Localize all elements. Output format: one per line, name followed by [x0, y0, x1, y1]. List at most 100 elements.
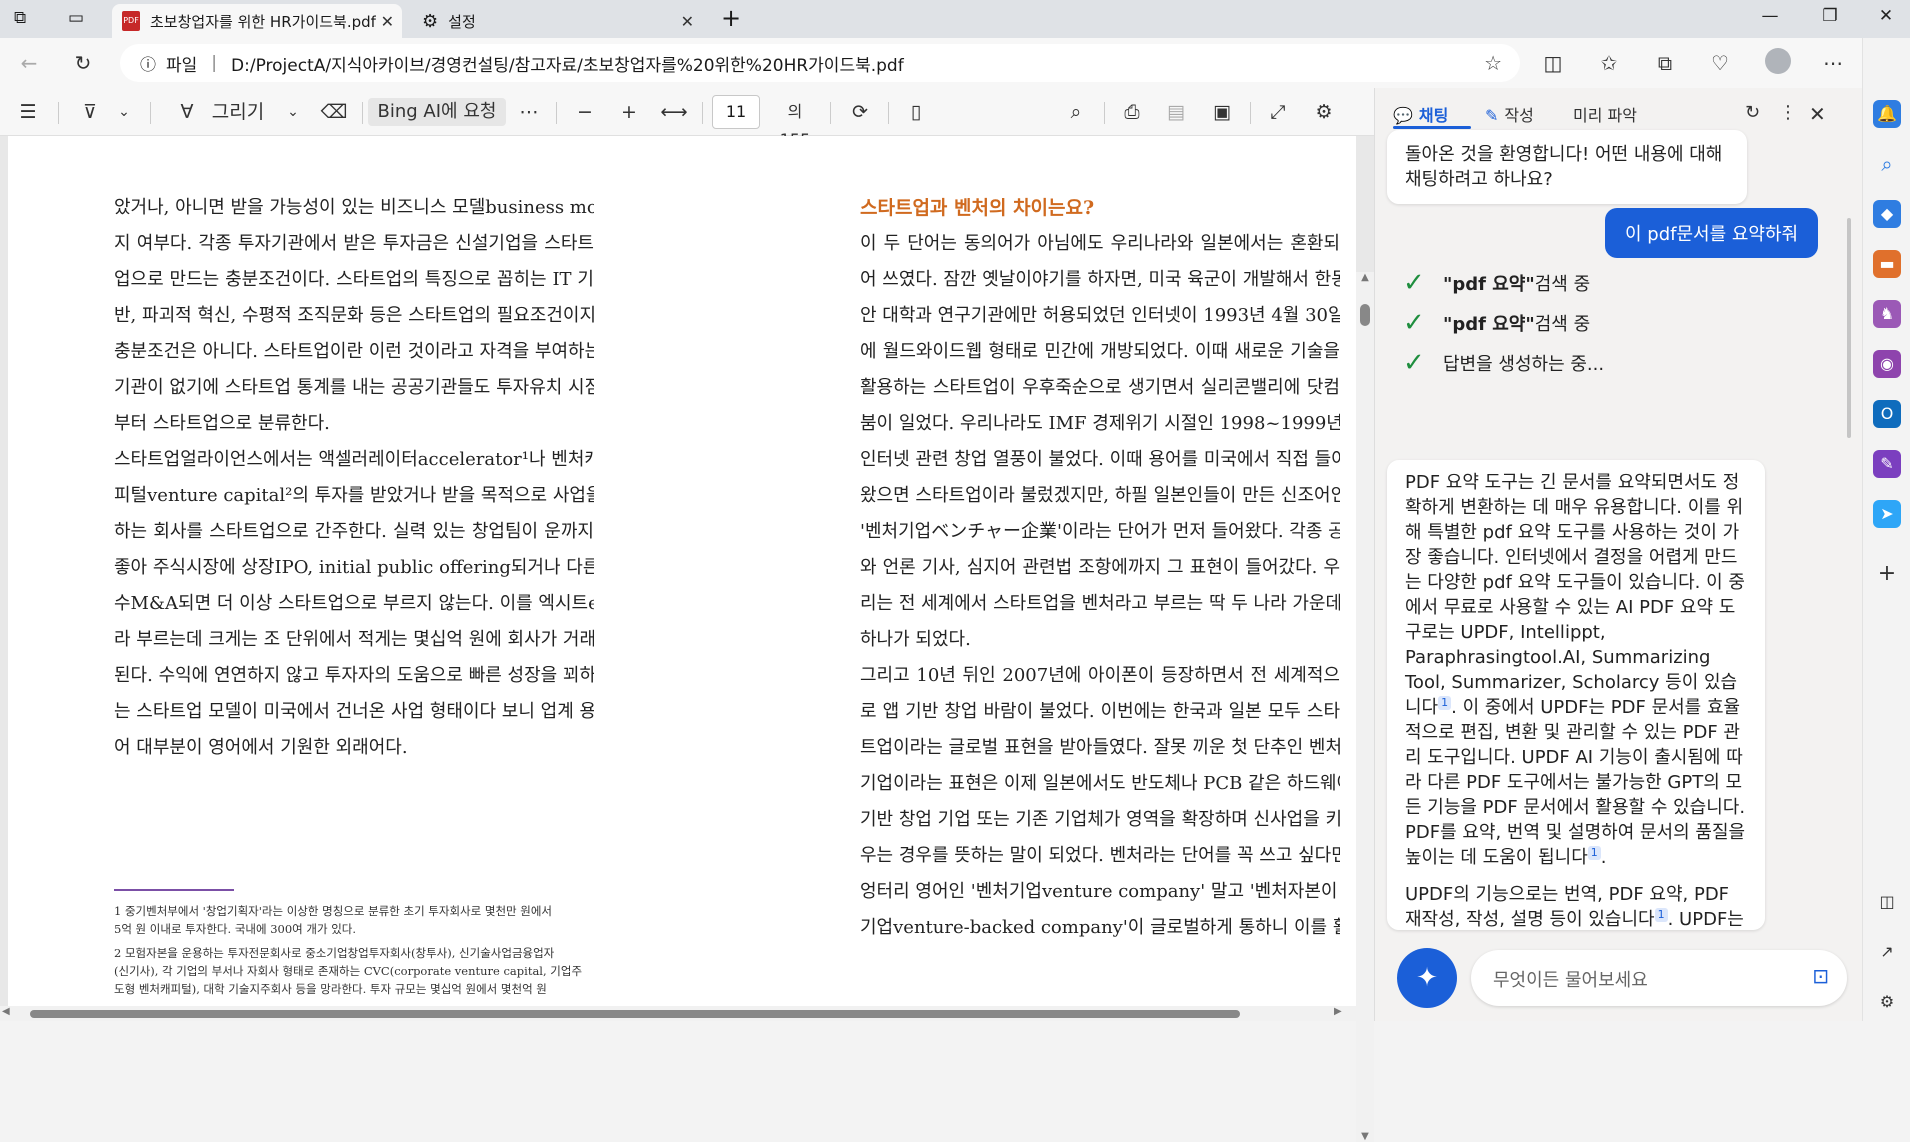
external-link-icon[interactable]: ↗	[1873, 938, 1901, 966]
visual-search-icon[interactable]: ⊡	[1812, 964, 1829, 988]
favorite-star-icon[interactable]: ☆	[1484, 51, 1502, 75]
browser-essentials-icon[interactable]: ♡	[1705, 48, 1735, 78]
favorites-icon[interactable]: ✩	[1594, 48, 1624, 78]
tab-settings[interactable]: ⚙ 설정 ✕	[412, 4, 702, 38]
designer-icon[interactable]: ✎	[1873, 450, 1901, 478]
pdf-icon: PDF	[122, 11, 140, 31]
shopping-tag-icon[interactable]: ◆	[1873, 200, 1901, 228]
outlook-icon[interactable]: O	[1873, 400, 1901, 428]
scroll-up-arrow[interactable]: ▲	[1356, 272, 1374, 283]
close-window-button[interactable]: ✕	[1866, 6, 1906, 32]
search-icon[interactable]: ⌕	[1873, 150, 1901, 178]
refresh-icon[interactable]: ↻	[68, 48, 98, 78]
print-icon[interactable]: ⎙	[1118, 98, 1146, 126]
tools-icon[interactable]: ▬	[1873, 250, 1901, 278]
send-icon[interactable]: ➤	[1873, 500, 1901, 528]
games-icon[interactable]: ♞	[1873, 300, 1901, 328]
scroll-thumb[interactable]	[1360, 304, 1370, 326]
info-icon: ⓘ	[140, 55, 157, 74]
hide-sidebar-icon[interactable]: ◫	[1873, 888, 1901, 916]
pdf-text-line: 우는 경우를 뜻하는 말이 되었다. 벤처라는 단어를 꼭 쓰고 싶다면	[860, 845, 1340, 866]
pdf-text-line: 충분조건은 아니다. 스타트업이란 이런 것이라고 자격을 부여하는	[114, 341, 594, 362]
microsoft-365-icon[interactable]: ◉	[1873, 350, 1901, 378]
pdf-text-line: 수M&A되면 더 이상 스타트업으로 부르지 않는다. 이를 엑시트exit	[114, 593, 594, 614]
maximize-button[interactable]: ❐	[1810, 6, 1850, 32]
scroll-left-arrow[interactable]: ◀	[2, 1006, 10, 1017]
address-row: ← ↻ ⓘ 파일 | D:/ProjectA/지식아카이브/경영컨설팅/참고자료…	[0, 38, 1910, 88]
workspaces-icon[interactable]: ⧉	[14, 8, 38, 30]
left-column: 았거나, 아니면 받을 가능성이 있는 비즈니스 모델business mode…	[114, 190, 594, 766]
pdf-viewer: 았거나, 아니면 받을 가능성이 있는 비즈니스 모델business mode…	[0, 136, 1374, 1142]
more-icon[interactable]: ⋯	[516, 98, 542, 126]
profile-avatar[interactable]	[1763, 48, 1793, 78]
footnote-line: (신기사), 각 기업의 부서나 자회사 형태로 존재하는 CVC(corpor…	[114, 964, 583, 978]
vertical-tabs-icon[interactable]: ▭	[68, 8, 92, 30]
fit-width-icon[interactable]: ⟷	[660, 98, 688, 126]
pdf-text-line: 피털venture capital²의 투자를 받았거나 받을 목적으로 사업을…	[114, 485, 594, 506]
progress-step: ✓ 답변을 생성하는 중...	[1403, 348, 1605, 378]
highlight-icon[interactable]: ⊽	[76, 98, 104, 126]
more-options-icon[interactable]: ⋮	[1779, 102, 1797, 123]
settings-icon[interactable]: ⚙	[1310, 98, 1338, 126]
footnote-line: 2 모험자본을 운용하는 투자전문회사로 중소기업창업투자회사(창투사), 신기…	[114, 946, 555, 960]
save-as-icon[interactable]: ▣	[1208, 98, 1236, 126]
divider	[556, 102, 557, 124]
page-total: 의 155	[780, 102, 811, 149]
chat-scrollbar[interactable]	[1847, 218, 1851, 438]
bell-icon[interactable]: 🔔	[1873, 100, 1901, 128]
citation-badge[interactable]: 1	[1438, 696, 1452, 710]
tab-chat[interactable]: 💬 채팅	[1393, 102, 1471, 129]
page-number-input[interactable]: 11	[712, 95, 760, 129]
pdf-text-line: 그리고 10년 뒤인 2007년에 아이폰이 등장하면서 전 세계적으	[860, 665, 1340, 686]
address-bar[interactable]: ⓘ 파일 | D:/ProjectA/지식아카이브/경영컨설팅/참고자료/초보창…	[120, 44, 1520, 82]
chevron-down-icon[interactable]: ⌄	[283, 98, 303, 126]
draw-label[interactable]: 그리기	[208, 98, 268, 126]
pdf-text-line: 업으로 만드는 충분조건이다. 스타트업의 특징으로 꼽히는 IT 기	[114, 269, 594, 290]
divider	[1104, 102, 1105, 124]
refresh-icon[interactable]: ↻	[1745, 102, 1760, 123]
contents-icon[interactable]: ☰	[14, 98, 42, 126]
scroll-thumb[interactable]	[30, 1010, 1240, 1018]
collections-icon[interactable]: ⧉	[1650, 48, 1680, 78]
scroll-down-arrow[interactable]: ▼	[1356, 1131, 1374, 1142]
new-tab-button[interactable]: +	[716, 4, 746, 34]
citation-badge[interactable]: 1	[1654, 908, 1668, 922]
split-screen-icon[interactable]: ◫	[1538, 48, 1568, 78]
answer-paragraph: PDF 요약 도구는 긴 문서를 요약되면서도 정확하게 변환하는 데 매우 유…	[1405, 472, 1746, 868]
save-icon[interactable]: ▤	[1162, 98, 1190, 126]
pdf-text-line: 엉터리 영어인 '벤처기업venture company' 말고 '벤처자본이 …	[860, 881, 1340, 902]
user-message: 이 pdf문서를 요약하줘	[1605, 208, 1819, 258]
pdf-text-line: 스타트업얼라이언스에서는 액셀러레이터accelerator¹나 벤처캐	[114, 449, 594, 470]
search-icon[interactable]: ⌕	[1062, 98, 1090, 126]
back-arrow-icon[interactable]: ←	[14, 48, 44, 78]
close-tab-icon[interactable]: ✕	[681, 12, 694, 31]
close-panel-icon[interactable]: ✕	[1809, 102, 1826, 126]
scroll-right-arrow[interactable]: ▶	[1334, 1006, 1342, 1017]
add-sidebar-icon[interactable]: +	[1873, 560, 1901, 588]
pdf-text-line: 기업venture-backed company'이 글로벌하게 통하니 이를 …	[860, 917, 1340, 938]
eraser-icon[interactable]: ⌫	[320, 98, 348, 126]
sidebar-settings-icon[interactable]: ⚙	[1873, 988, 1901, 1016]
page-view-icon[interactable]: ▯	[902, 98, 930, 126]
zoom-out-icon[interactable]: −	[572, 98, 598, 126]
minimize-button[interactable]: —	[1750, 6, 1790, 32]
pdf-text-line: 부터 스타트업으로 분류한다.	[114, 413, 330, 434]
tab-insights[interactable]: 미리 파악	[1573, 102, 1637, 126]
close-tab-icon[interactable]: ✕	[381, 12, 394, 31]
chevron-down-icon[interactable]: ⌄	[114, 98, 134, 126]
rotate-icon[interactable]: ⟳	[846, 98, 874, 126]
fullscreen-icon[interactable]: ⤢	[1264, 98, 1292, 126]
tab-strip: ⧉ ▭ PDF 초보창업자를 위한 HR가이드북.pdf ✕ ⚙ 설정 ✕ + …	[0, 0, 1910, 38]
url-text[interactable]: D:/ProjectA/지식아카이브/경영컨설팅/참고자료/초보창업자를%20위…	[231, 51, 904, 76]
progress-step: ✓ "pdf 요약" 검색 중	[1403, 268, 1591, 298]
citation-badge[interactable]: 1	[1587, 846, 1601, 860]
tab-pdf[interactable]: PDF 초보창업자를 위한 HR가이드북.pdf ✕	[112, 4, 402, 38]
more-menu-icon[interactable]: ⋯	[1818, 48, 1848, 78]
draw-icon[interactable]: ∀	[174, 98, 200, 126]
bing-ai-button[interactable]: Bing AI에 요청	[368, 98, 506, 126]
zoom-in-icon[interactable]: +	[616, 98, 642, 126]
new-topic-button[interactable]: ✦	[1397, 948, 1457, 1008]
tab-compose[interactable]: ✎ 작성	[1485, 102, 1534, 126]
chat-input[interactable]: 무엇이든 물어보세요 ⊡	[1471, 950, 1847, 1006]
horizontal-scrollbar[interactable]: ◀ ▶	[0, 1006, 1374, 1021]
